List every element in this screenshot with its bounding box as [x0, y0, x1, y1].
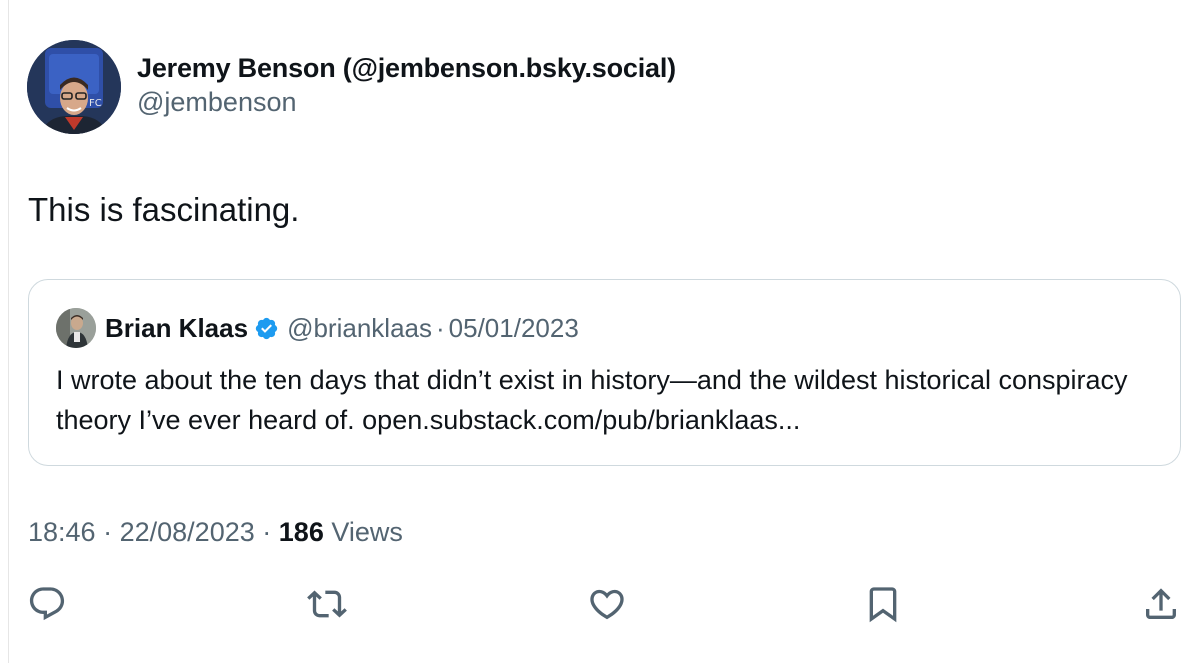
quoted-separator: · — [435, 312, 445, 343]
author-handle[interactable]: @jembenson — [137, 85, 676, 119]
quoted-author-avatar — [56, 308, 96, 348]
quoted-tweet[interactable]: Brian Klaas @brianklaas · 05/01/2023 I w… — [28, 279, 1181, 466]
quoted-tweet-header: Brian Klaas @brianklaas · 05/01/2023 — [56, 308, 579, 348]
views-label: Views — [331, 517, 403, 547]
tweet-header: FC Jeremy Benson (@jembenson.bsky.social… — [27, 40, 676, 134]
retweet-button[interactable] — [305, 582, 349, 626]
tweet-meta: 18:46 · 22/08/2023 · 186 Views — [28, 514, 403, 550]
bookmark-button[interactable] — [861, 582, 905, 626]
action-bar — [9, 582, 1201, 626]
share-button[interactable] — [1139, 582, 1183, 626]
quoted-author-handle: @brianklaas — [287, 312, 432, 343]
author-avatar[interactable]: FC — [27, 40, 121, 134]
meta-separator: · — [103, 517, 113, 547]
bookmark-icon — [869, 587, 897, 623]
tweet-card: FC Jeremy Benson (@jembenson.bsky.social… — [8, 0, 1201, 663]
reply-button[interactable] — [25, 582, 69, 626]
tweet-date[interactable]: 22/08/2023 — [120, 517, 255, 547]
reply-icon — [29, 587, 65, 621]
author-names: Jeremy Benson (@jembenson.bsky.social) @… — [137, 51, 676, 119]
quoted-tweet-text: I wrote about the ten days that didn’t e… — [56, 365, 1128, 435]
tweet-time[interactable]: 18:46 — [28, 517, 96, 547]
verified-badge-icon — [254, 316, 279, 341]
quoted-date: 05/01/2023 — [448, 312, 579, 343]
author-display-name[interactable]: Jeremy Benson (@jembenson.bsky.social) — [137, 51, 676, 85]
svg-text:FC: FC — [89, 98, 102, 109]
retweet-icon — [307, 590, 347, 618]
share-icon — [1146, 588, 1176, 619]
quoted-author-name: Brian Klaas — [105, 312, 249, 343]
meta-separator: · — [262, 517, 272, 547]
like-icon — [590, 589, 624, 620]
like-button[interactable] — [585, 582, 629, 626]
views-count: 186 — [278, 517, 324, 547]
tweet-text: This is fascinating. — [28, 191, 300, 228]
